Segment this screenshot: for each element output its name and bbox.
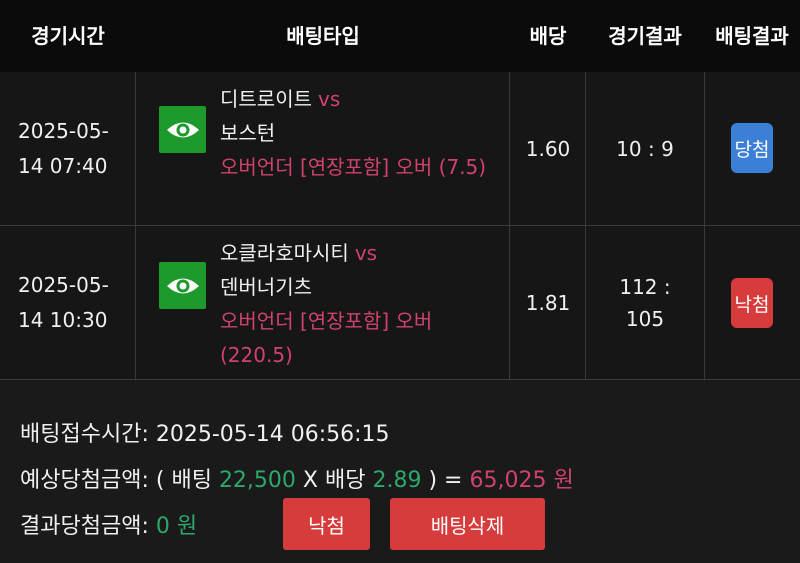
result-win-line: 결과당첨금액: 0 원 <box>20 508 197 540</box>
game-time-cell: 2025-05-14 07:40 <box>0 72 136 226</box>
bet-amount: 22,500 <box>218 468 296 493</box>
received-time-value: 2025-05-14 06:56:15 <box>155 422 390 447</box>
game-time-cell: 2025-05-14 10:30 <box>0 226 136 380</box>
table-row: 2025-05-14 10:30 오클라호마시티 vs 덴버너기츠 오버언더 [연… <box>0 226 800 380</box>
total-odds-label: 배당 <box>325 468 366 493</box>
expected-win-line: 예상당첨금액: ( 배팅 22,500 X 배당 2.89 ) = 65,025… <box>20 462 574 494</box>
away-team: 보스턴 <box>220 121 276 145</box>
bet-table: 2025-05-14 07:40 디트로이트 vs 보스턴 오버언더 [연장포함]… <box>0 72 800 452</box>
bet-summary: 배팅접수시간: 2025-05-14 06:56:15 예상당첨금액: ( 배팅… <box>0 380 800 563</box>
header-time: 경기시간 <box>31 24 105 48</box>
bet-market: 오버언더 [연장포함] 오버 (220.5) <box>220 309 433 367</box>
total-odds: 2.89 <box>372 468 422 493</box>
away-team: 덴버너기츠 <box>220 275 312 299</box>
vs-label: vs <box>354 241 378 265</box>
bet-type-cell: 디트로이트 vs 보스턴 오버언더 [연장포함] 오버 (7.5) <box>220 82 500 184</box>
vs-label: vs <box>318 87 341 111</box>
odds-value: 1.81 <box>525 291 571 315</box>
received-time-label: 배팅접수시간: <box>20 422 149 447</box>
eye-icon <box>166 278 199 293</box>
game-result-cell: 112 : 105 <box>586 226 704 380</box>
home-team: 디트로이트 <box>220 87 312 111</box>
times-sign: X <box>302 468 318 493</box>
view-button[interactable] <box>159 106 206 153</box>
bet-type-cell: 오클라호마시티 vs 덴버너기츠 오버언더 [연장포함] 오버 (220.5) <box>220 236 500 372</box>
open-paren: ( <box>155 468 165 493</box>
game-result-cell: 10 : 9 <box>586 72 704 226</box>
header-bet-result: 배팅결과 <box>715 24 789 48</box>
game-score: 10 : 9 <box>616 137 674 161</box>
game-time: 2025-05-14 07:40 <box>18 119 109 178</box>
game-score: 112 : 105 <box>619 275 671 331</box>
result-win-amount: 0 원 <box>155 514 198 539</box>
bet-status-badge: 당첨 <box>731 123 773 173</box>
header-game-result: 경기결과 <box>608 24 682 48</box>
expected-win-label: 예상당첨금액: <box>20 468 149 493</box>
delete-bet-button[interactable]: 배팅삭제 <box>390 498 545 550</box>
result-win-label: 결과당첨금액: <box>20 514 149 539</box>
odds-value: 1.60 <box>525 137 571 161</box>
column-divider <box>704 72 705 225</box>
home-team: 오클라호마시티 <box>220 241 349 265</box>
view-button[interactable] <box>159 262 206 309</box>
equals-sign: ) = <box>428 468 463 493</box>
expected-win-amount: 65,025 원 <box>469 468 574 493</box>
game-time: 2025-05-14 10:30 <box>18 273 109 332</box>
header-bet-type: 배팅타입 <box>286 24 360 48</box>
bet-market: 오버언더 [연장포함] 오버 (7.5) <box>220 155 487 179</box>
eye-icon <box>166 122 199 137</box>
bet-amount-label: 배팅 <box>171 468 212 493</box>
bet-status-badge: 낙첨 <box>731 278 773 328</box>
header-odds: 배당 <box>529 24 567 48</box>
received-time-line: 배팅접수시간: 2025-05-14 06:56:15 <box>20 416 390 448</box>
column-divider <box>704 226 705 379</box>
table-header: 경기시간 배팅타입 배당 경기결과 배팅결과 <box>0 0 800 72</box>
table-row: 2025-05-14 07:40 디트로이트 vs 보스턴 오버언더 [연장포함]… <box>0 72 800 226</box>
lose-button[interactable]: 낙첨 <box>283 498 370 550</box>
